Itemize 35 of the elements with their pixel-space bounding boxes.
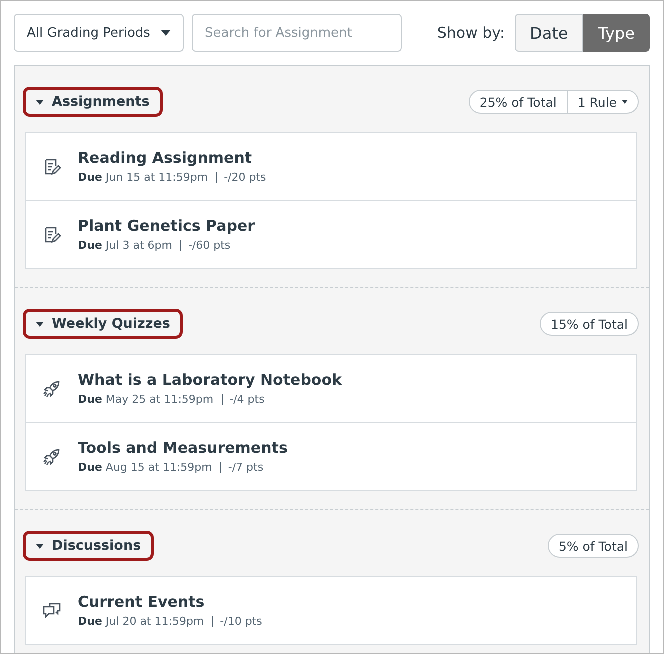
- show-by-label: Show by:: [437, 24, 505, 42]
- show-by-toggle[interactable]: Type: [583, 14, 650, 52]
- points-text: -/10 pts: [212, 616, 262, 627]
- weight-text: 5% of Total: [558, 538, 629, 554]
- due-date: Due May 25 at 11:59pm: [78, 393, 214, 406]
- rocket-icon: [42, 378, 62, 398]
- due-date: Due Jul 20 at 11:59pm: [78, 615, 204, 628]
- assignment-title[interactable]: What is a Laboratory Notebook: [78, 371, 342, 389]
- weight-text: 25% of Total: [478, 94, 558, 110]
- chat-bubbles-icon: [42, 600, 62, 620]
- caret-icon: [36, 544, 44, 548]
- points-text: -/20 pts: [216, 172, 266, 183]
- points-text: -/4 pts: [222, 394, 265, 405]
- group-toggle[interactable]: Discussions: [23, 531, 154, 561]
- caret-icon: [622, 100, 628, 104]
- due-date: Due Jul 3 at 6pm: [78, 239, 172, 252]
- points-text: -/60 pts: [180, 240, 231, 251]
- search-field[interactable]: Search for Assignment: [192, 14, 402, 52]
- points-text: -/7 pts: [220, 462, 264, 473]
- due-date: Due Aug 15 at 11:59pm: [78, 461, 212, 474]
- assignment-title[interactable]: Plant Genetics Paper: [78, 217, 256, 235]
- show-by-toggle[interactable]: Date: [515, 14, 584, 52]
- caret-icon: [36, 322, 44, 326]
- assignment-title[interactable]: Tools and Measurements: [78, 439, 288, 457]
- group-toggle[interactable]: Assignments: [23, 87, 163, 117]
- caret-icon: [36, 100, 44, 104]
- due-date: Due Jun 15 at 11:59pm: [78, 171, 208, 184]
- assignment-title[interactable]: Current Events: [78, 593, 262, 611]
- group-toggle[interactable]: Weekly Quizzes: [23, 309, 184, 339]
- weight-text: 15% of Total: [550, 316, 629, 332]
- rocket-icon: [42, 446, 62, 466]
- grading-period-select[interactable]: All Grading Periods: [14, 14, 184, 52]
- assignment-title[interactable]: Reading Assignment: [78, 149, 266, 167]
- dropdown-caret-icon: [161, 30, 171, 36]
- rules-button[interactable]: 1 Rule: [566, 91, 638, 113]
